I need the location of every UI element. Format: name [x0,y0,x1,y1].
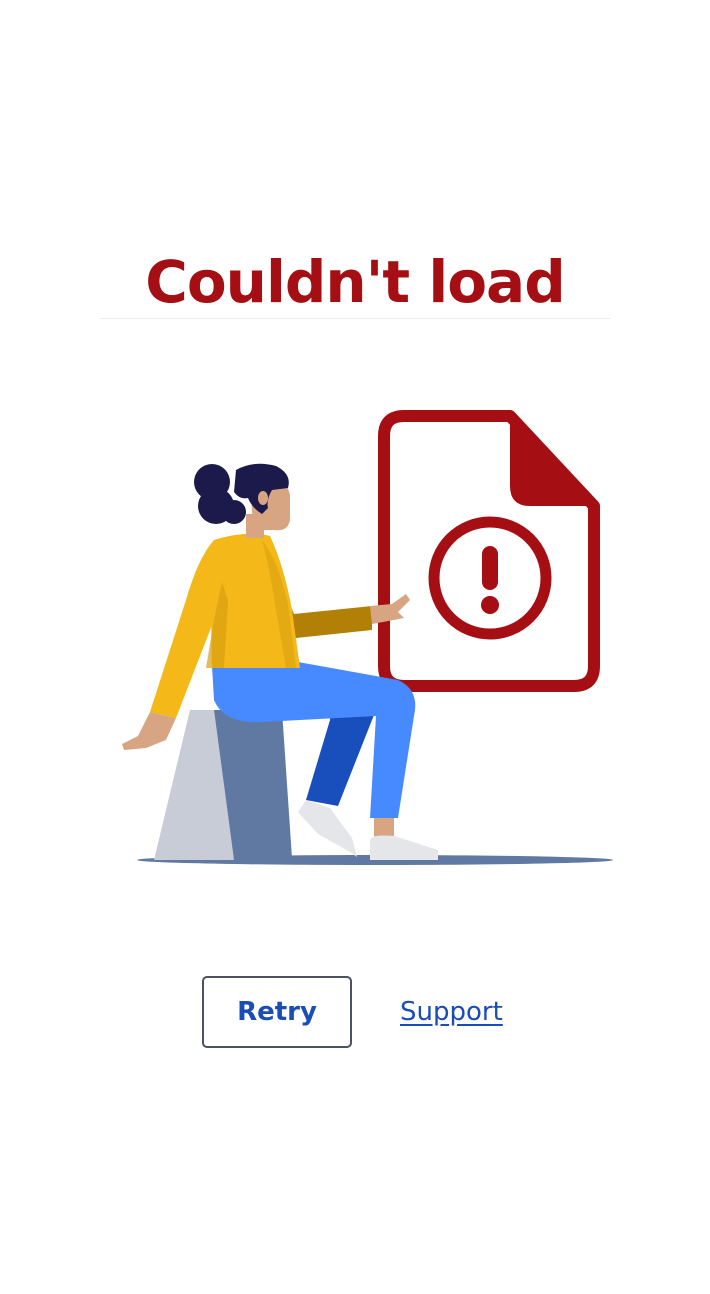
document-error-icon [378,410,600,692]
support-link[interactable]: Support [400,990,503,1034]
retry-button[interactable]: Retry [202,976,352,1048]
error-illustration [100,400,620,875]
title-divider [100,318,610,319]
page-title: Couldn't load [145,248,565,316]
